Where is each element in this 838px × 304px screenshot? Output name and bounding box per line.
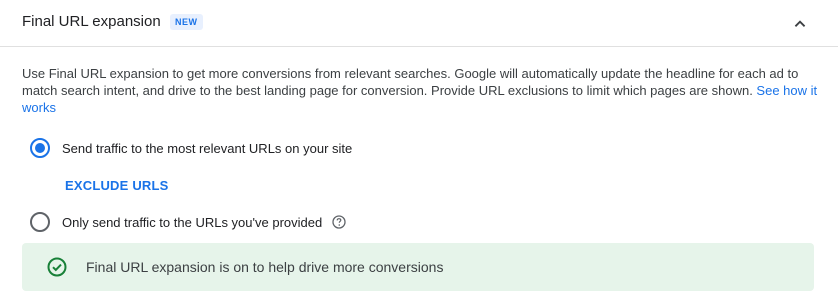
description-text: Use Final URL expansion to get more conv…	[22, 66, 799, 98]
final-url-expansion-panel: Final URL expansion NEW Use Final URL ex…	[0, 0, 838, 304]
option-label: Only send traffic to the URLs you've pro…	[62, 214, 323, 230]
status-notice: Final URL expansion is on to help drive …	[22, 243, 814, 291]
option-label: Send traffic to the most relevant URLs o…	[62, 140, 353, 156]
radio-most-relevant-urls[interactable]	[30, 138, 50, 158]
radio-provided-urls-only[interactable]	[30, 212, 50, 232]
new-badge: NEW	[170, 14, 203, 30]
section-title: Final URL expansion	[22, 13, 161, 30]
section-header[interactable]: Final URL expansion NEW	[0, 0, 838, 47]
chevron-up-icon[interactable]	[789, 13, 811, 35]
check-circle-icon	[47, 257, 67, 277]
notice-text: Final URL expansion is on to help drive …	[86, 259, 444, 275]
option-provided-urls-only[interactable]: Only send traffic to the URLs you've pro…	[30, 211, 346, 233]
exclude-urls-button[interactable]: EXCLUDE URLS	[65, 178, 169, 193]
help-circle-icon[interactable]	[332, 215, 346, 229]
option-most-relevant-urls[interactable]: Send traffic to the most relevant URLs o…	[30, 137, 352, 159]
description: Use Final URL expansion to get more conv…	[22, 65, 822, 116]
